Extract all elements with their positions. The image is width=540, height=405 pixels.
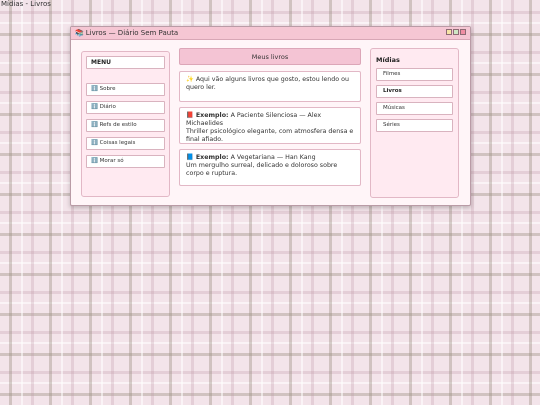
title-bar[interactable]: 📚 Livros — Diário Sem Pauta [71, 27, 470, 40]
book-card: 📕 Exemplo: A Paciente Silenciosa — Alex … [179, 107, 361, 144]
window-controls [446, 29, 466, 35]
media-title: Mídias [376, 56, 400, 64]
books-icon: 📚 [75, 29, 84, 37]
left-sidebar: MENU ℹ️ Sobre ℹ️ Diário ℹ️ Refs de estil… [81, 51, 170, 197]
sidebar-item-sobre[interactable]: ℹ️ Sobre [86, 83, 165, 96]
menu-title: MENU [86, 56, 165, 69]
sidebar-item-morar-so[interactable]: ℹ️ Morar só [86, 155, 165, 168]
sidebar-item-diario[interactable]: ℹ️ Diário [86, 101, 165, 114]
main-content: Meus livros ✨ Aqui vão alguns livros que… [179, 48, 361, 198]
media-item-livros[interactable]: Livros [376, 85, 453, 98]
media-item-series[interactable]: Séries [376, 119, 453, 132]
window-title: Livros — Diário Sem Pauta [85, 29, 179, 37]
book-card: 📘 Exemplo: A Vegetariana — Han Kang Um m… [179, 149, 361, 186]
example-label: Exemplo: [195, 112, 229, 119]
book-description: Um mergulho surreal, delicado e doloroso… [186, 162, 338, 177]
minimize-button[interactable] [446, 29, 452, 35]
book-title: A Vegetariana — Han Kang [230, 154, 316, 161]
blue-book-icon: 📘 [186, 154, 194, 161]
example-label: Exemplo: [195, 154, 229, 161]
close-button[interactable] [460, 29, 466, 35]
page-label: Mídias - Livros [1, 0, 51, 8]
book-description: Thriller psicológico elegante, com atmos… [186, 128, 354, 143]
maximize-button[interactable] [453, 29, 459, 35]
intro-card: ✨ Aqui vão alguns livros que gosto, esto… [179, 71, 361, 102]
app-window: 📚 Livros — Diário Sem Pauta MENU ℹ️ Sobr… [70, 26, 471, 206]
page-title: Meus livros [179, 48, 361, 65]
right-sidebar: Mídias Filmes Livros Músicas Séries [370, 48, 459, 198]
sidebar-item-coisas-legais[interactable]: ℹ️ Coisas legais [86, 137, 165, 150]
intro-text: ✨ Aqui vão alguns livros que gosto, esto… [186, 76, 349, 91]
sidebar-item-refs-de-estilo[interactable]: ℹ️ Refs de estilo [86, 119, 165, 132]
media-item-musicas[interactable]: Músicas [376, 102, 453, 115]
red-book-icon: 📕 [186, 112, 194, 119]
media-item-filmes[interactable]: Filmes [376, 68, 453, 81]
